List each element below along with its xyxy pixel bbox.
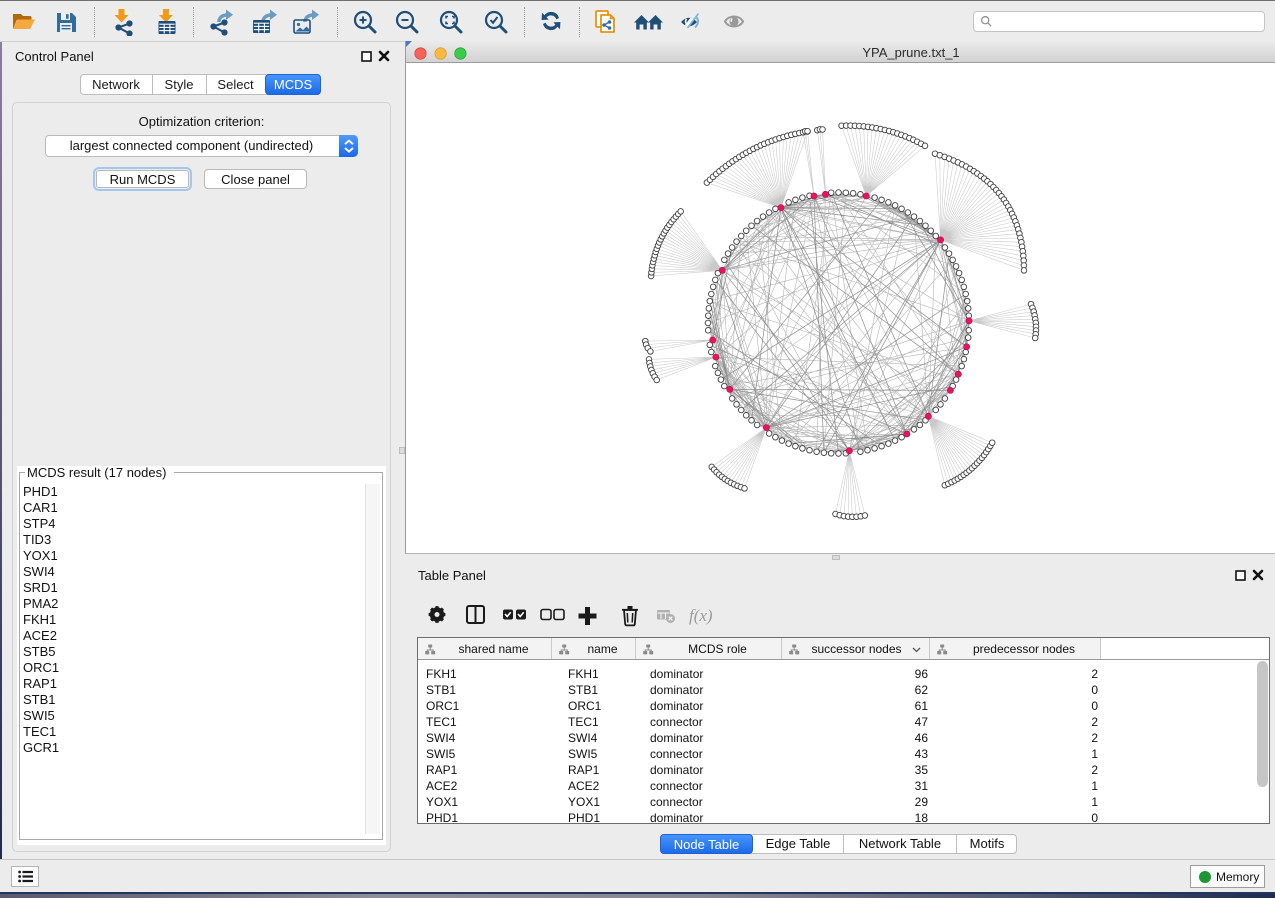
svg-text:f(x): f(x) (689, 606, 713, 625)
